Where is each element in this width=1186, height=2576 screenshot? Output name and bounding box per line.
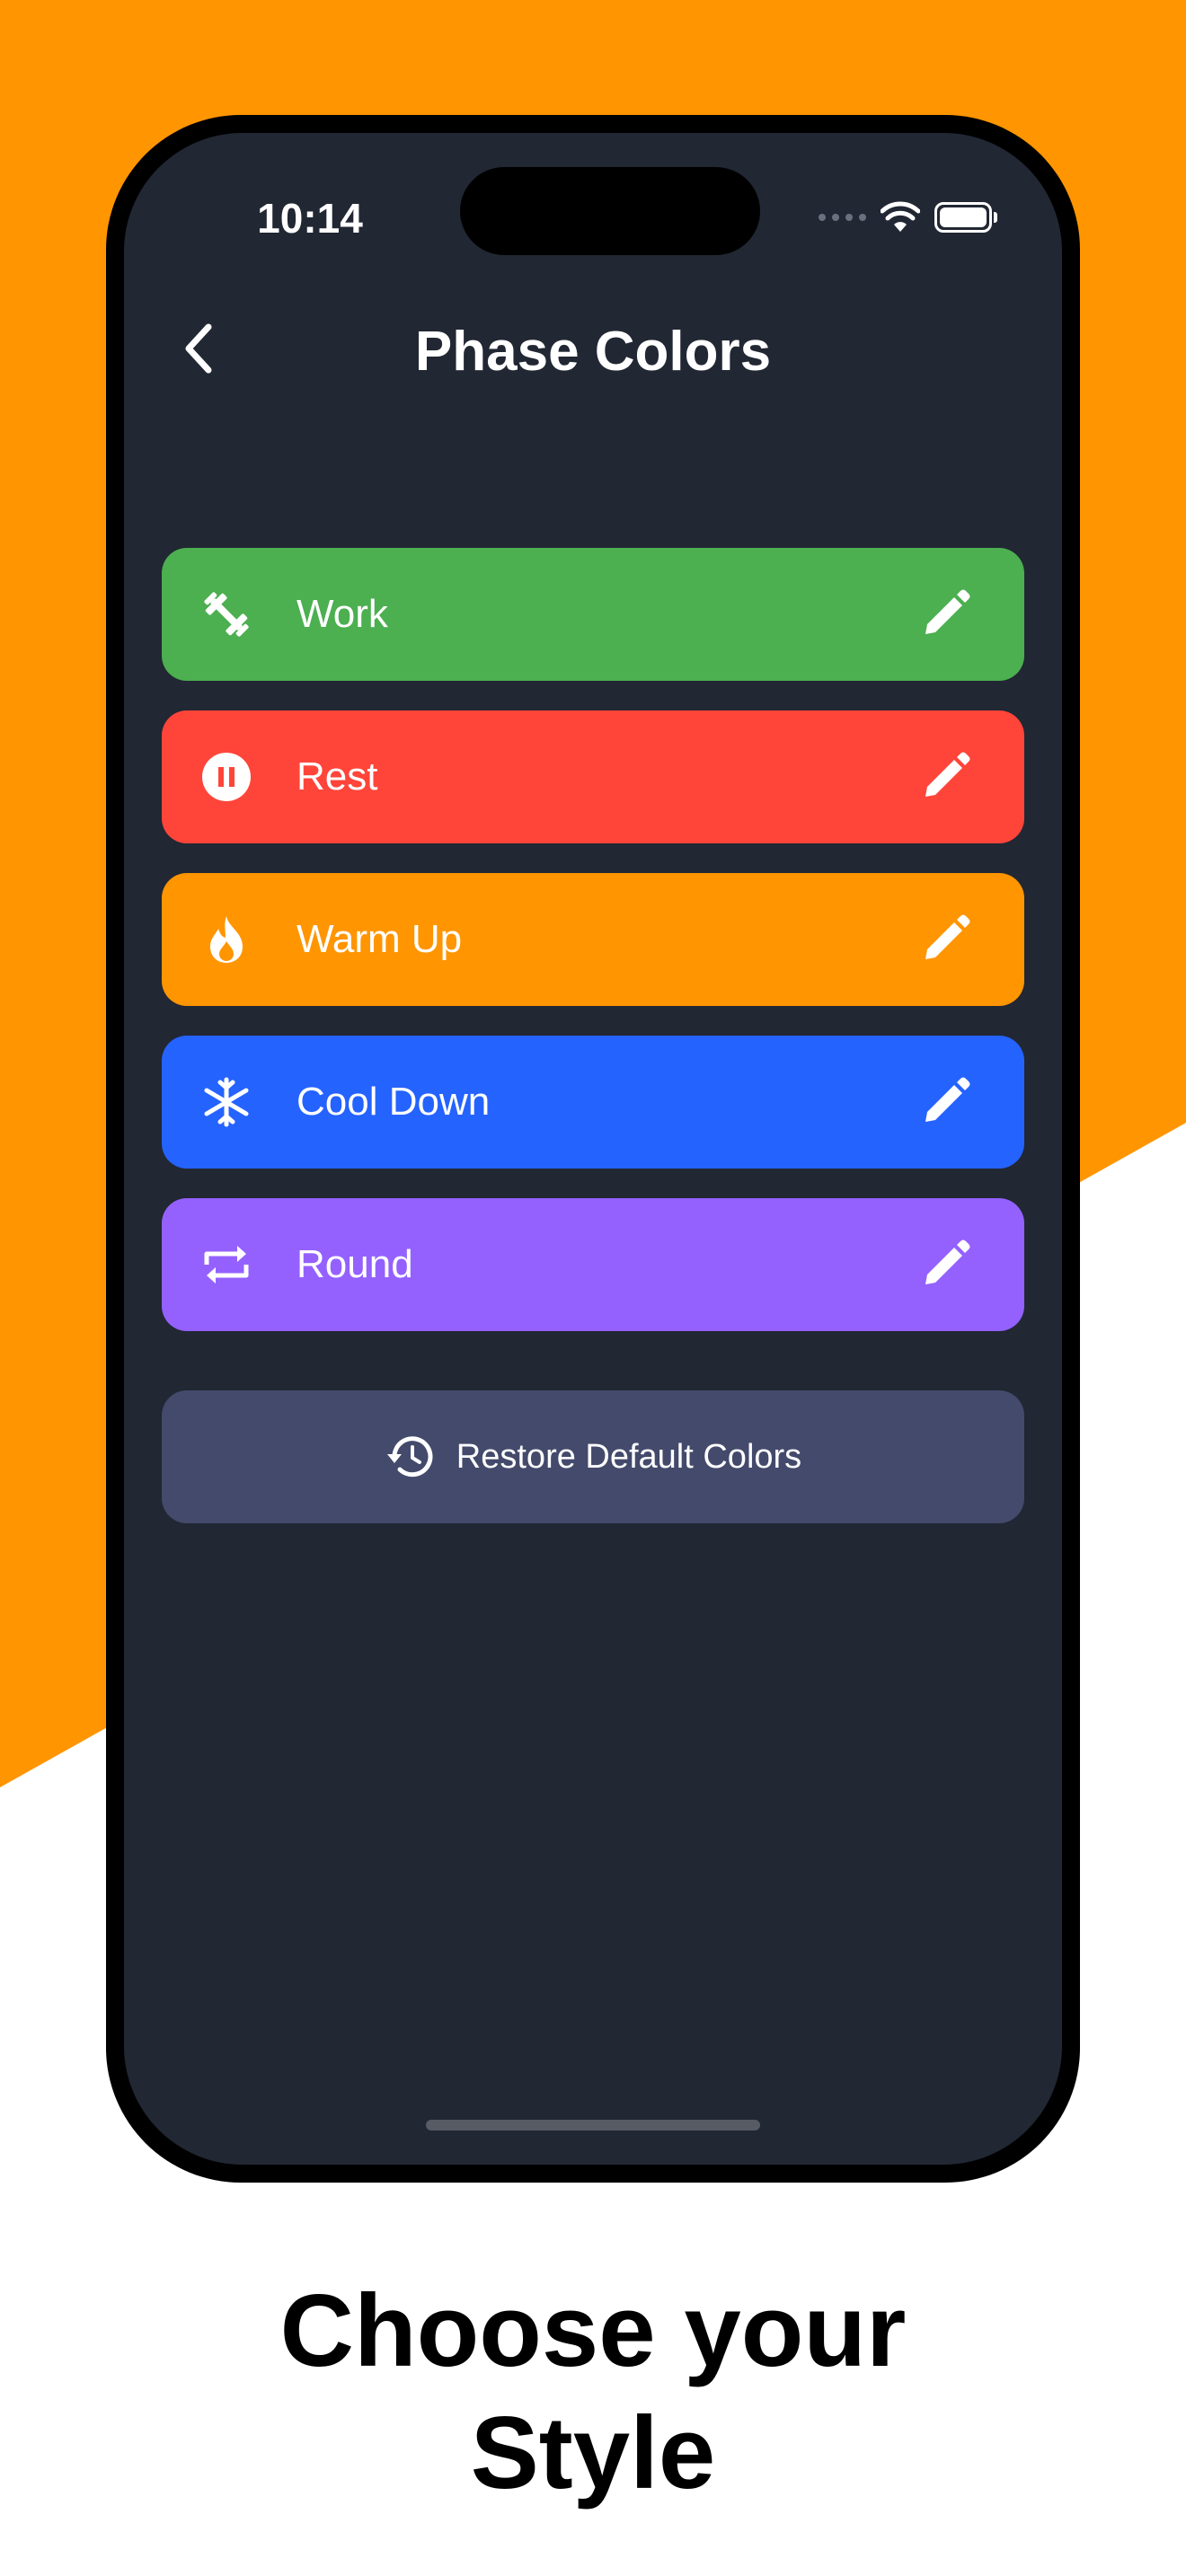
restore-defaults-button[interactable]: Restore Default Colors bbox=[162, 1390, 1024, 1523]
phase-label-rest: Rest bbox=[296, 754, 378, 798]
phase-row-warm-up[interactable]: Warm Up bbox=[162, 873, 1024, 1006]
signal-dots-icon bbox=[819, 214, 866, 221]
restore-defaults-label: Restore Default Colors bbox=[456, 1437, 802, 1476]
wifi-icon bbox=[881, 201, 920, 232]
phase-row-rest[interactable]: Rest bbox=[162, 710, 1024, 843]
dumbbell-icon bbox=[204, 592, 249, 637]
phone-screen: 10:14 Phase Colors Work Rest Warm Up Coo… bbox=[124, 133, 1062, 2165]
battery-icon bbox=[934, 202, 997, 233]
home-indicator[interactable] bbox=[426, 2120, 760, 2130]
page-title: Phase Colors bbox=[414, 321, 772, 383]
status-time: 10:14 bbox=[257, 195, 363, 242]
phase-row-round[interactable]: Round bbox=[162, 1198, 1024, 1331]
dynamic-island bbox=[460, 167, 760, 255]
phase-label-cool-down: Cool Down bbox=[296, 1080, 491, 1124]
flame-icon bbox=[210, 916, 243, 963]
pause-circle-icon bbox=[202, 753, 251, 801]
status-icons bbox=[819, 199, 997, 235]
history-icon bbox=[386, 1436, 433, 1478]
repeat-icon bbox=[204, 1246, 249, 1284]
phase-label-round: Round bbox=[296, 1242, 413, 1286]
edit-pencil-icon[interactable] bbox=[918, 1075, 972, 1129]
phase-row-cool-down[interactable]: Cool Down bbox=[162, 1036, 1024, 1169]
edit-pencil-icon[interactable] bbox=[918, 913, 972, 966]
phase-list: Work Rest Warm Up Cool Down Round bbox=[162, 548, 1024, 1361]
marketing-caption: Choose your Style bbox=[0, 2271, 1186, 2515]
edit-pencil-icon[interactable] bbox=[918, 587, 972, 641]
phone-frame: 10:14 Phase Colors Work Rest Warm Up Coo… bbox=[106, 115, 1080, 2183]
caption-line-2: Style bbox=[470, 2396, 716, 2510]
edit-pencil-icon[interactable] bbox=[918, 750, 972, 804]
phase-label-work: Work bbox=[296, 592, 388, 636]
phase-row-work[interactable]: Work bbox=[162, 548, 1024, 681]
edit-pencil-icon[interactable] bbox=[918, 1238, 972, 1292]
snowflake-icon bbox=[204, 1077, 249, 1127]
phase-label-warm-up: Warm Up bbox=[296, 917, 463, 961]
caption-line-1: Choose your bbox=[279, 2274, 907, 2388]
